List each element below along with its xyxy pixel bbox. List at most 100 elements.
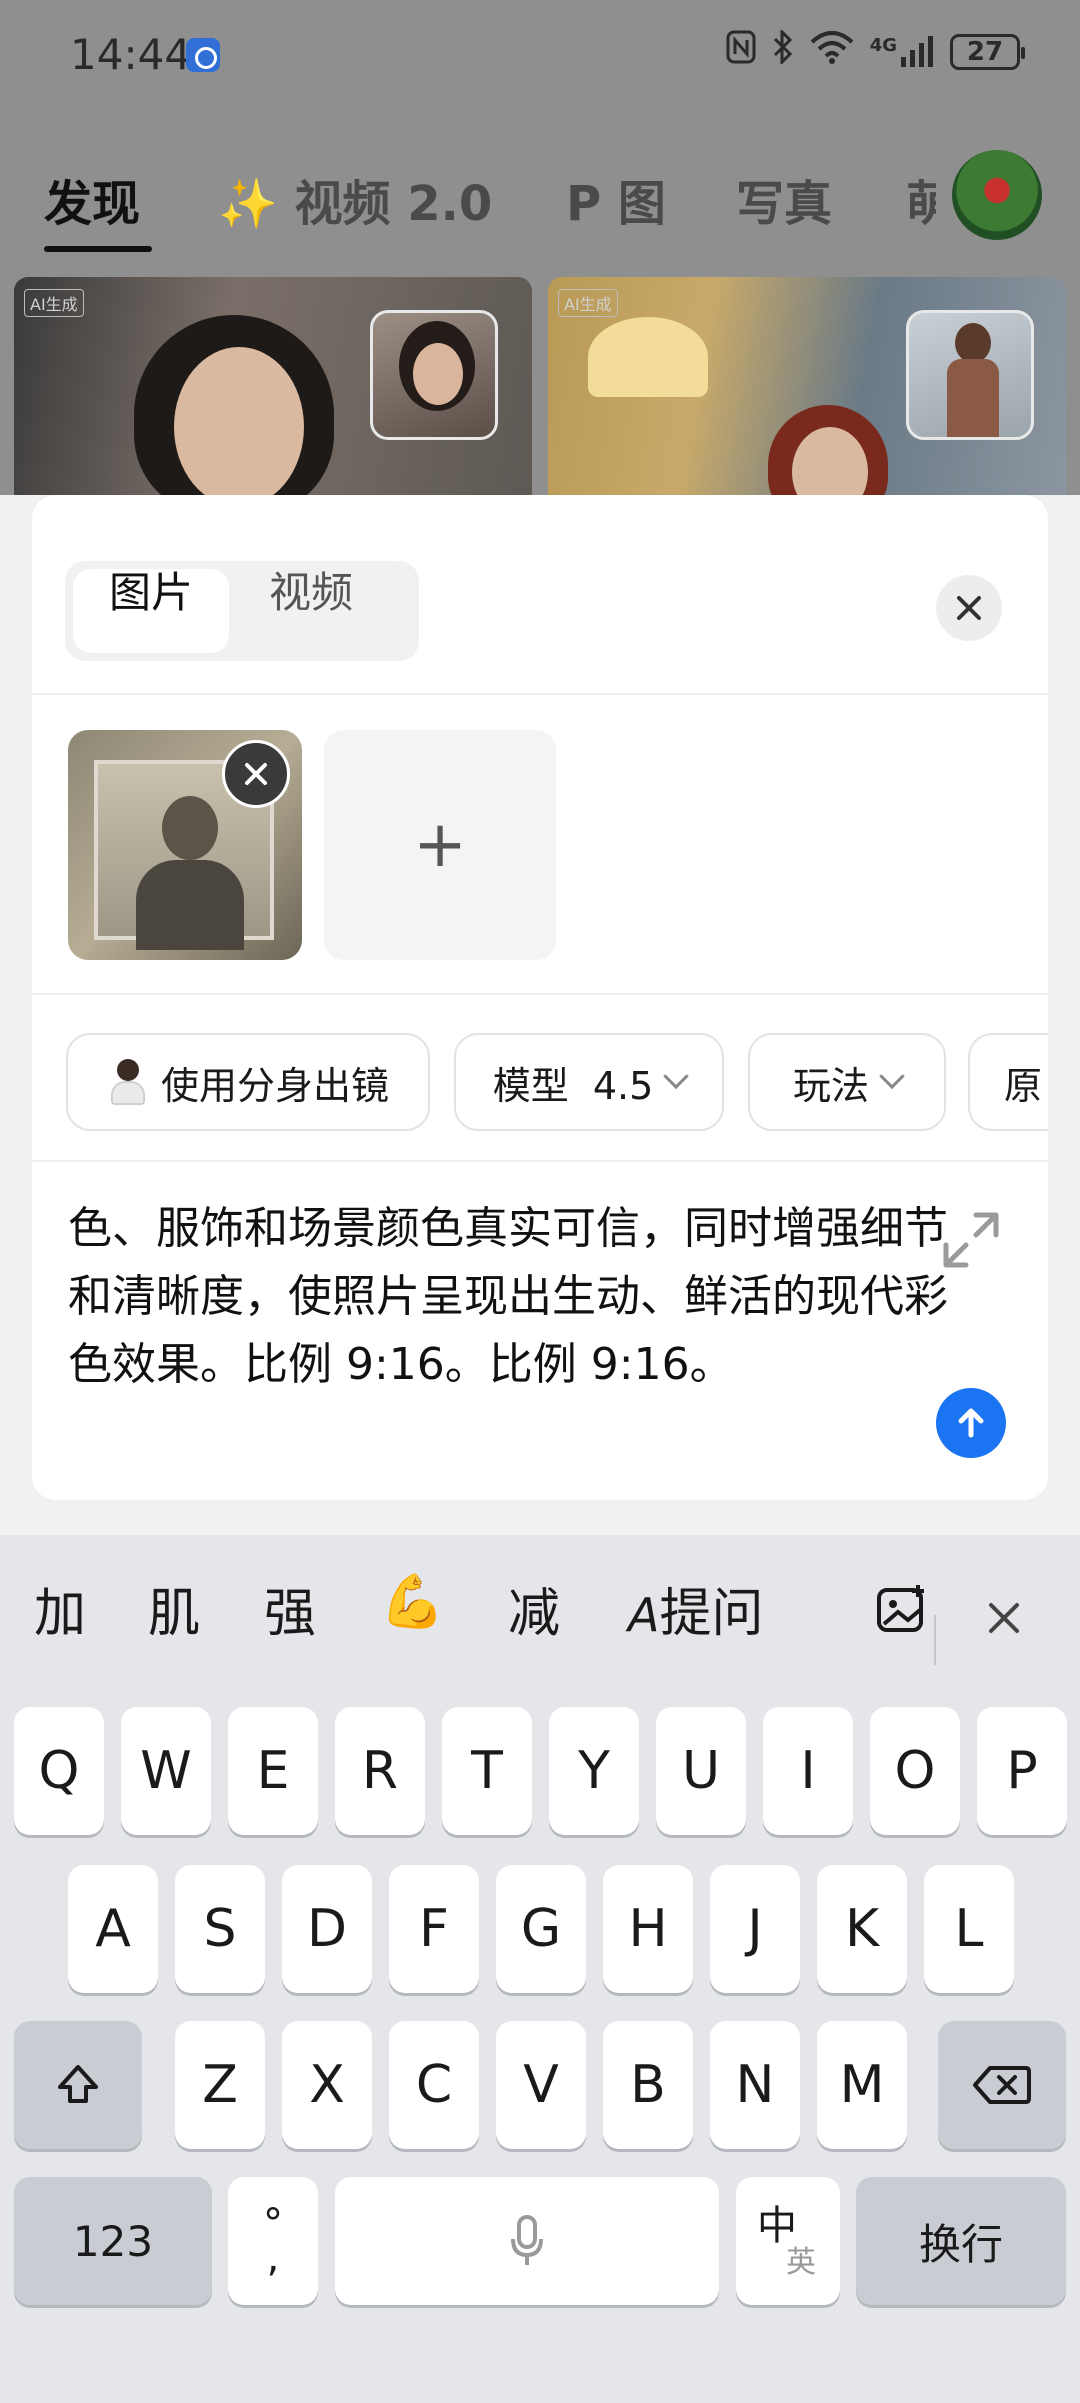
mode-switch: 图片 视频	[65, 561, 419, 661]
send-button[interactable]	[936, 1388, 1006, 1458]
play-mode-chip-label: 玩法	[792, 1063, 869, 1108]
play-mode-chip[interactable]: 玩法	[748, 1033, 946, 1131]
key-b[interactable]: B	[603, 2021, 693, 2149]
key-g[interactable]: G	[496, 1865, 586, 1993]
photo-figure-body	[136, 860, 244, 950]
enter-key[interactable]: 换行	[856, 2177, 1066, 2305]
model-chip-label: 模型 4.5	[492, 1063, 654, 1108]
divider	[32, 693, 1048, 695]
image-sticker-icon[interactable]	[876, 1583, 928, 1648]
candidate-divider	[934, 1615, 936, 1665]
ai-generated-tag: AI生成	[24, 289, 84, 317]
candidate-word[interactable]: 减	[508, 1571, 560, 1646]
space-key[interactable]	[335, 2177, 719, 2305]
key-i[interactable]: I	[763, 1707, 853, 1835]
key-p[interactable]: P	[977, 1707, 1067, 1835]
mode-tab-image[interactable]: 图片	[73, 569, 229, 653]
user-avatar[interactable]	[952, 150, 1042, 240]
key-d[interactable]: D	[282, 1865, 372, 1993]
key-k[interactable]: K	[817, 1865, 907, 1993]
tab-video[interactable]: ✨ 视频 2.0	[218, 164, 492, 234]
key-o[interactable]: O	[870, 1707, 960, 1835]
punctuation-key[interactable]: ° ,	[228, 2177, 318, 2305]
card-thumbnail	[370, 310, 498, 440]
card-figure-face	[174, 347, 304, 500]
status-bar: 14:44 4G 27	[0, 0, 1080, 110]
feed-card[interactable]: AI生成	[548, 277, 1066, 500]
key-x[interactable]: X	[282, 2021, 372, 2149]
prompt-input[interactable]: 色、服饰和场景颜色真实可信，同时增强细节和清晰度，使照片呈现出生动、鲜活的现代彩…	[68, 1195, 948, 1399]
model-chip[interactable]: 模型 4.5	[454, 1033, 724, 1131]
card-thumbnail	[906, 310, 1034, 440]
divider	[32, 1160, 1048, 1162]
avatar-chip-label: 使用分身出镜	[160, 1063, 389, 1108]
key-r[interactable]: R	[335, 1707, 425, 1835]
collapse-candidates-button[interactable]	[986, 1589, 1022, 1649]
uploaded-photo[interactable]	[68, 730, 302, 960]
ai-generated-tag: AI生成	[558, 289, 618, 317]
avatar-icon	[107, 1059, 147, 1105]
wifi-icon	[810, 30, 854, 73]
4g-signal-icon: 4G	[870, 35, 934, 69]
original-chip[interactable]: 原	[968, 1033, 1048, 1131]
sparkle-icon: ✨	[218, 176, 278, 232]
original-chip-label: 原	[1004, 1063, 1043, 1108]
expand-icon[interactable]	[936, 1205, 1006, 1275]
numbers-key[interactable]: 123	[14, 2177, 212, 2305]
tab-discover[interactable]: 发现	[44, 164, 140, 234]
candidate-word[interactable]: 肌	[148, 1571, 200, 1646]
language-switch-key[interactable]: 中 英	[736, 2177, 840, 2305]
key-j[interactable]: J	[710, 1865, 800, 1993]
candidate-emoji[interactable]: 💪	[380, 1571, 445, 1632]
chevron-down-icon	[879, 1063, 905, 1090]
tab-p-image[interactable]: P 图	[566, 164, 666, 234]
candidate-bar: 加 肌 强 💪 减 A提问	[0, 1535, 1080, 1675]
close-icon	[957, 596, 981, 620]
add-photo-button[interactable]: +	[324, 730, 556, 960]
close-icon	[989, 1603, 1019, 1633]
remove-photo-button[interactable]	[222, 740, 290, 808]
plus-icon: +	[413, 808, 467, 882]
top-tab-bar: 发现 ✨ 视频 2.0 P 图 写真 萌	[0, 150, 1080, 260]
tab-video-label: 视频 2.0	[294, 176, 493, 232]
key-y[interactable]: Y	[549, 1707, 639, 1835]
create-panel: 图片 视频 + 使用分身出镜 模型 4.5 玩法 原 色、服饰和场景颜色真实可信…	[32, 495, 1048, 1500]
key-h[interactable]: H	[603, 1865, 693, 1993]
key-u[interactable]: U	[656, 1707, 746, 1835]
key-z[interactable]: Z	[175, 2021, 265, 2149]
key-e[interactable]: E	[228, 1707, 318, 1835]
key-c[interactable]: C	[389, 2021, 479, 2149]
lang-sub-label: 英	[786, 2245, 816, 2280]
key-t[interactable]: T	[442, 1707, 532, 1835]
key-q[interactable]: Q	[14, 1707, 104, 1835]
key-l[interactable]: L	[924, 1865, 1014, 1993]
tab-more[interactable]: 萌	[906, 164, 936, 234]
bluetooth-icon	[772, 28, 794, 73]
active-tab-underline	[44, 246, 152, 252]
candidate-word[interactable]: 强	[264, 1571, 316, 1646]
ai-ask-button[interactable]: A提问	[628, 1571, 763, 1646]
close-button[interactable]	[936, 575, 1002, 641]
signal-label: 4G	[869, 34, 897, 56]
feed-card[interactable]: AI生成	[14, 277, 532, 500]
lang-main-label: 中	[757, 2203, 797, 2249]
close-icon	[245, 763, 267, 785]
status-time: 14:44	[70, 30, 192, 79]
key-a[interactable]: A	[68, 1865, 158, 1993]
shift-key[interactable]	[14, 2021, 142, 2149]
key-m[interactable]: M	[817, 2021, 907, 2149]
key-f[interactable]: F	[389, 1865, 479, 1993]
backspace-key[interactable]	[938, 2021, 1066, 2149]
arrow-up-icon	[958, 1408, 984, 1438]
key-n[interactable]: N	[710, 2021, 800, 2149]
key-s[interactable]: S	[175, 1865, 265, 1993]
mode-tab-video[interactable]: 视频	[233, 569, 389, 653]
tab-portrait[interactable]: 写真	[736, 164, 832, 234]
key-v[interactable]: V	[496, 2021, 586, 2149]
create-sheet: 图片 视频 + 使用分身出镜 模型 4.5 玩法 原 色、服饰和场景颜色真实可信…	[0, 495, 1080, 1535]
chevron-down-icon	[663, 1063, 690, 1090]
ai-icon: A	[628, 1588, 660, 1642]
avatar-chip[interactable]: 使用分身出镜	[66, 1033, 430, 1131]
key-w[interactable]: W	[121, 1707, 211, 1835]
candidate-word[interactable]: 加	[34, 1571, 86, 1646]
